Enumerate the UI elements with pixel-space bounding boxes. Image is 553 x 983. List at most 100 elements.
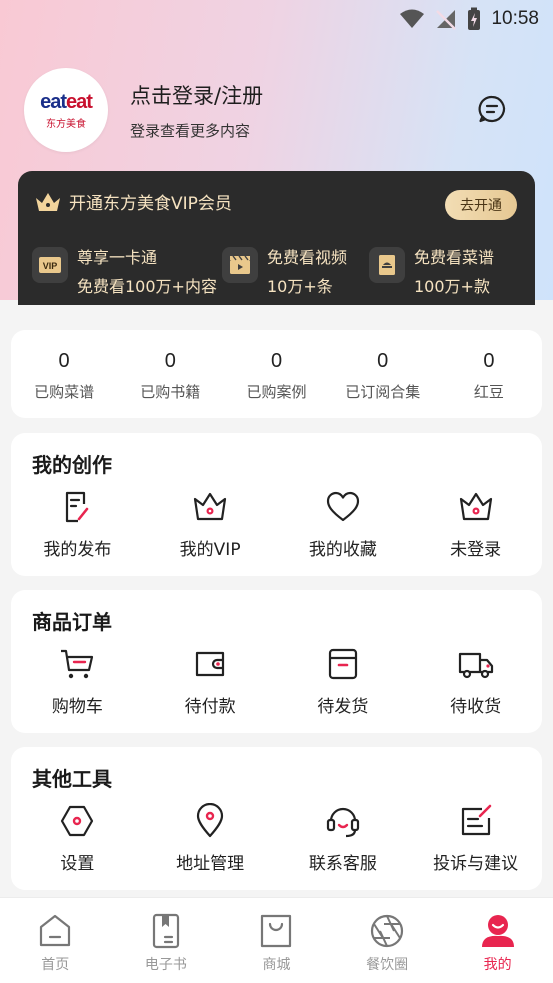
vip-open-button[interactable]: 去开通 [445, 190, 517, 220]
stat-purchased-recipes[interactable]: 0 已购菜谱 [11, 330, 117, 418]
avatar[interactable]: eateat 东方美食 [24, 68, 108, 152]
customer-service-button[interactable]: 联系客服 [277, 803, 410, 874]
stat-value: 0 [58, 350, 70, 372]
aperture-icon [370, 914, 404, 948]
stat-value: 0 [164, 350, 176, 372]
grid-item-label: 我的VIP [179, 540, 241, 560]
feedback-button[interactable]: 投诉与建议 [409, 803, 542, 874]
stat-label: 已购书籍 [140, 383, 201, 401]
tab-dining-circle[interactable]: 餐饮圈 [332, 898, 443, 983]
tab-label: 餐饮圈 [366, 957, 409, 973]
settings-button[interactable]: 设置 [11, 803, 144, 874]
crown-icon [36, 192, 60, 211]
not-logged-in-button[interactable]: 未登录 [409, 489, 542, 560]
profile-header[interactable]: eateat 东方美食 点击登录/注册 登录查看更多内容 [24, 68, 263, 152]
section-title: 其他工具 [32, 767, 112, 791]
stat-purchased-books[interactable]: 0 已购书籍 [117, 330, 223, 418]
my-posts-button[interactable]: 我的发布 [11, 489, 144, 560]
my-vip-button[interactable]: 我的VIP [144, 489, 277, 560]
headset-icon [326, 807, 359, 838]
tab-label: 我的 [483, 957, 512, 973]
orders-section: 商品订单 购物车 待付款 待发货 待收货 [11, 590, 542, 733]
tab-mall[interactable]: 商城 [221, 898, 332, 983]
shopping-bag-icon [261, 914, 292, 948]
app-logo: eateat [40, 90, 93, 113]
vip-badge-icon: VIP [32, 247, 68, 283]
login-prompt[interactable]: 点击登录/注册 登录查看更多内容 [130, 80, 263, 141]
grid-item-label: 联系客服 [308, 854, 377, 874]
vip-promo-card[interactable]: 开通东方美食VIP会员 去开通 VIP 尊享一卡通 免费看100万+内容 免费看… [18, 171, 535, 305]
section-title: 商品订单 [32, 610, 112, 634]
box-icon [328, 648, 357, 680]
vip-perk-recipe: 免费看菜谱 100万+款 [369, 247, 494, 301]
stat-subscribed-collections[interactable]: 0 已订阅合集 [330, 330, 436, 418]
wallet-icon [196, 651, 225, 677]
vip-header: 开通东方美食VIP会员 [34, 189, 232, 214]
pending-payment-button[interactable]: 待付款 [144, 646, 277, 717]
feedback-icon [461, 804, 491, 836]
login-subtitle: 登录查看更多内容 [130, 121, 251, 140]
message-icon[interactable] [477, 94, 507, 124]
tab-ebook[interactable]: 电子书 [111, 898, 222, 983]
grid-item-label: 地址管理 [176, 854, 245, 874]
vip-perk-video: 免费看视频 10万+条 [222, 247, 347, 301]
clock: 10:58 [491, 8, 539, 29]
grid-item-label: 我的收藏 [308, 540, 377, 560]
recipe-book-icon [369, 247, 405, 283]
truck-icon [458, 652, 493, 679]
ebook-icon [152, 913, 179, 949]
vip-perk-desc: 100万+款 [414, 277, 490, 296]
stat-label: 已购菜谱 [34, 383, 95, 401]
vip-perk-card: VIP 尊享一卡通 免费看100万+内容 [32, 247, 217, 301]
app-logo-subtext: 东方美食 [46, 118, 86, 130]
tab-label: 电子书 [144, 957, 187, 973]
tab-label: 商城 [262, 957, 291, 973]
cart-button[interactable]: 购物车 [11, 646, 144, 717]
stat-value: 0 [270, 350, 283, 372]
cart-icon [61, 649, 94, 679]
settings-icon [61, 805, 94, 837]
grid-item-label: 待付款 [184, 697, 236, 717]
video-icon [222, 247, 258, 283]
grid-item-label: 未登录 [450, 540, 502, 560]
to-receive-button[interactable]: 待收货 [409, 646, 542, 717]
grid-item-label: 待收货 [450, 697, 502, 717]
vip-perk-title: 尊享一卡通 [77, 248, 158, 267]
address-management-button[interactable]: 地址管理 [144, 803, 277, 874]
profile-icon [481, 915, 514, 947]
purchase-stats: 0 已购菜谱 0 已购书籍 0 已购案例 0 已订阅合集 0 红豆 [11, 330, 542, 418]
stat-value: 0 [377, 350, 389, 372]
vip-title: 开通东方美食VIP会员 [69, 194, 232, 214]
crown-icon [459, 492, 492, 521]
battery-charging-icon [467, 7, 481, 31]
location-pin-icon [197, 803, 224, 838]
tab-label: 首页 [41, 957, 70, 973]
grid-item-label: 购物车 [51, 697, 103, 717]
my-creation-section: 我的创作 我的发布 我的VIP 我的收藏 未登录 [11, 433, 542, 576]
home-icon [40, 914, 71, 947]
vip-perk-title: 免费看视频 [267, 248, 348, 267]
login-register-link[interactable]: 点击登录/注册 [130, 80, 263, 110]
section-title: 我的创作 [32, 453, 112, 477]
stat-value: 0 [483, 350, 495, 372]
other-tools-section: 其他工具 设置 地址管理 联系客服 投诉与建议 [11, 747, 542, 890]
grid-item-label: 我的发布 [43, 540, 112, 560]
grid-item-label: 待发货 [317, 697, 369, 717]
bottom-tab-bar: 首页 电子书 商城 餐饮圈 我的 [0, 897, 553, 983]
heart-icon [326, 491, 359, 522]
my-favorites-button[interactable]: 我的收藏 [277, 489, 410, 560]
tab-mine[interactable]: 我的 [442, 898, 553, 983]
no-signal-icon [435, 8, 457, 30]
grid-item-label: 投诉与建议 [433, 854, 519, 874]
stat-red-beans[interactable]: 0 红豆 [436, 330, 542, 418]
status-bar: 10:58 [0, 0, 553, 38]
svg-text:VIP: VIP [43, 261, 58, 271]
vip-perk-desc: 10万+条 [267, 277, 333, 296]
to-ship-button[interactable]: 待发货 [277, 646, 410, 717]
vip-perk-title: 免费看菜谱 [414, 248, 495, 267]
stat-label: 红豆 [473, 383, 504, 401]
crown-icon [194, 492, 227, 521]
tab-home[interactable]: 首页 [0, 898, 111, 983]
stat-purchased-cases[interactable]: 0 已购案例 [223, 330, 329, 418]
stat-label: 已订阅合集 [345, 383, 421, 401]
